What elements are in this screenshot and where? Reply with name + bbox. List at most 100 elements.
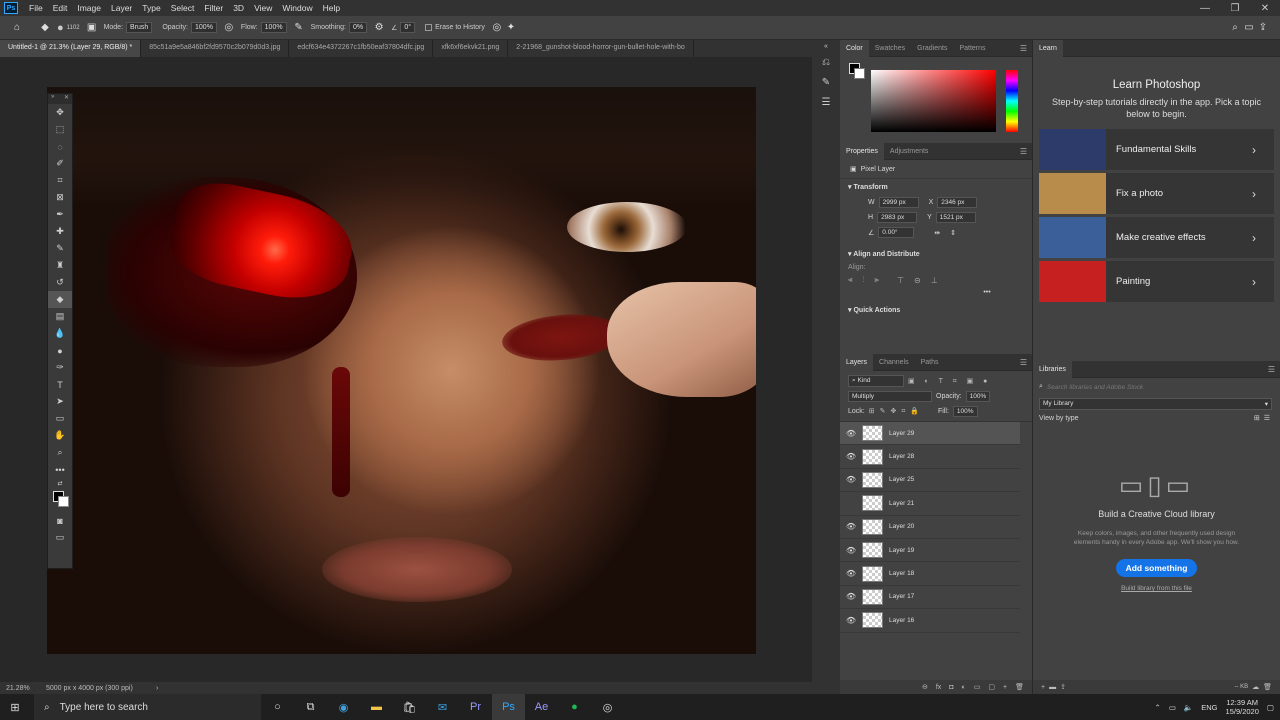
menu-window[interactable]: Window — [277, 3, 317, 13]
panel-menu-icon[interactable]: ☰ — [1020, 44, 1032, 53]
eye-icon[interactable]: 👁 — [840, 616, 862, 625]
pen-tool-icon[interactable]: ✑ — [48, 359, 72, 376]
swap-colors-icon[interactable]: ⇄ — [48, 478, 72, 488]
tab-channels[interactable]: Channels — [873, 354, 915, 371]
menu-layer[interactable]: Layer — [106, 3, 137, 13]
eye-icon[interactable]: 👁 — [840, 546, 862, 555]
adjustment-layer-icon[interactable]: ◐ — [962, 684, 966, 691]
filter-icons[interactable]: ▣ ◐ T ⌗ ▣ ● — [908, 377, 991, 386]
upload-icon[interactable]: ⇪ — [1060, 683, 1066, 691]
windows-start-icon[interactable]: ⊞ — [0, 694, 30, 720]
store-icon[interactable]: 🛍 — [393, 694, 426, 720]
home-icon[interactable]: ⌂ — [10, 21, 24, 35]
quick-mask-icon[interactable]: ◙ — [48, 512, 72, 529]
fx-icon[interactable]: fx — [936, 684, 941, 691]
taskbar-search[interactable]: ⌕ Type here to search — [34, 694, 261, 720]
tray-chevron-icon[interactable]: ⌃ — [1155, 703, 1161, 712]
maximize-button[interactable]: ❐ — [1220, 3, 1250, 14]
layer-name[interactable]: Layer 20 — [889, 523, 914, 530]
menu-select[interactable]: Select — [166, 3, 200, 13]
align-center-icon[interactable]: ⫶ — [863, 275, 865, 285]
smoothing-field[interactable]: 0% — [348, 22, 368, 33]
menu-type[interactable]: Type — [137, 3, 165, 13]
blend-mode-select[interactable]: Multiply — [848, 391, 932, 402]
align-right-icon[interactable]: ⫸ — [875, 275, 880, 285]
panel-menu-icon[interactable]: ☰ — [1268, 365, 1280, 374]
toolbox-header[interactable]: » ✕ — [48, 94, 72, 104]
menu-view[interactable]: View — [249, 3, 277, 13]
align-header[interactable]: ▾ Align and Distribute — [840, 246, 1032, 262]
more-options-icon[interactable]: ••• — [983, 289, 990, 296]
layer-name[interactable]: Layer 18 — [889, 570, 914, 577]
hue-slider[interactable] — [1006, 70, 1018, 132]
tab-doc-4[interactable]: xfk6xf6ekvk21.png — [433, 40, 509, 57]
height-field[interactable]: 2983 px — [877, 212, 918, 223]
build-library-link[interactable]: Build library from this file — [1033, 585, 1280, 592]
tab-swatches[interactable]: Swatches — [869, 40, 911, 57]
history-icon[interactable]: ⎌ — [812, 52, 840, 72]
shape-tool-icon[interactable]: ▭ — [48, 410, 72, 427]
menu-help[interactable]: Help — [318, 3, 345, 13]
align-bottom-icon[interactable]: ⊥ — [931, 276, 938, 285]
menu-3d[interactable]: 3D — [228, 3, 249, 13]
eyedropper-tool-icon[interactable]: ✒ — [48, 206, 72, 223]
layer-row[interactable]: 👁 Layer 18 — [840, 562, 1020, 586]
panel-menu-icon[interactable]: ☰ — [1020, 358, 1032, 367]
tab-properties[interactable]: Properties — [840, 142, 884, 160]
pressure-size-icon[interactable]: ◎ — [490, 21, 504, 35]
panel-menu-icon[interactable]: ☰ — [1020, 147, 1032, 156]
zoom-level[interactable]: 21.28% — [0, 685, 40, 692]
brush-settings-panel-icon[interactable]: ✎ — [812, 72, 840, 92]
angle-field[interactable]: 0.00° — [878, 227, 915, 238]
fill-field[interactable]: 100% — [952, 406, 978, 417]
brush-settings-icon[interactable]: ▣ — [85, 21, 99, 35]
layer-name[interactable]: Layer 25 — [889, 476, 914, 483]
trash-icon[interactable]: 🗑 — [1263, 683, 1272, 691]
view-by-type[interactable]: View by type — [1039, 415, 1079, 422]
flip-vertical-icon[interactable]: ⇕ — [950, 229, 956, 237]
tab-doc-2[interactable]: 85c51a9e5a846bf2fd9570c2b079d0d3.jpg — [141, 40, 290, 57]
trash-icon[interactable]: 🗑 — [1015, 683, 1024, 691]
library-search-input[interactable]: Search libraries and Adobe Stock — [1047, 384, 1143, 391]
search-icon[interactable]: ⌕ — [1228, 21, 1242, 35]
photoshop-taskbar-icon[interactable]: Ps — [492, 694, 525, 720]
healing-tool-icon[interactable]: ✚ — [48, 223, 72, 240]
tab-learn[interactable]: Learn — [1033, 39, 1063, 57]
add-something-button[interactable]: Add something — [1115, 559, 1198, 578]
frame-tool-icon[interactable]: ⊠ — [48, 189, 72, 206]
layer-name[interactable]: Layer 29 — [889, 430, 914, 437]
eye-icon[interactable]: 👁 — [840, 429, 862, 438]
y-field[interactable]: 1521 px — [935, 212, 976, 223]
color-picker-field[interactable] — [871, 70, 996, 132]
notifications-icon[interactable]: ▢ — [1267, 703, 1274, 712]
tab-paths[interactable]: Paths — [915, 354, 945, 371]
move-tool-icon[interactable]: ✥ — [48, 104, 72, 121]
flip-horizontal-icon[interactable]: ⇹ — [934, 229, 940, 237]
spotify-icon[interactable]: ● — [558, 694, 591, 720]
language-indicator[interactable]: ENG — [1201, 703, 1217, 712]
view-mode-icons[interactable]: ⊞☰ — [1254, 414, 1274, 422]
minimize-button[interactable]: — — [1190, 3, 1220, 14]
network-icon[interactable]: ▭ — [1169, 703, 1176, 712]
app-icon[interactable]: ◎ — [591, 694, 624, 720]
cortana-icon[interactable]: ○ — [261, 694, 294, 720]
menu-edit[interactable]: Edit — [48, 3, 73, 13]
status-menu-arrow[interactable]: › — [150, 685, 164, 692]
zoom-tool-icon[interactable]: ⌕ — [48, 444, 72, 461]
layer-name[interactable]: Layer 19 — [889, 547, 914, 554]
tab-libraries[interactable]: Libraries — [1033, 360, 1072, 378]
tab-layers[interactable]: Layers — [840, 353, 874, 371]
layer-row[interactable]: 👁 Layer 17 — [840, 586, 1020, 610]
layer-row[interactable]: 👁 Layer 19 — [840, 539, 1020, 563]
new-group-icon[interactable]: ▭ — [974, 683, 981, 691]
layer-name[interactable]: Layer 17 — [889, 593, 914, 600]
x-field[interactable]: 2346 px — [937, 197, 978, 208]
path-select-tool-icon[interactable]: ➤ — [48, 393, 72, 410]
blur-tool-icon[interactable]: 💧 — [48, 325, 72, 342]
more-tools-icon[interactable]: ••• — [48, 461, 72, 478]
eye-icon[interactable]: 👁 — [840, 569, 862, 578]
opacity-field[interactable]: 100% — [191, 22, 217, 33]
artwork-image[interactable] — [47, 87, 756, 654]
align-middle-icon[interactable]: ⊝ — [914, 276, 921, 285]
quick-select-tool-icon[interactable]: ✐ — [48, 155, 72, 172]
